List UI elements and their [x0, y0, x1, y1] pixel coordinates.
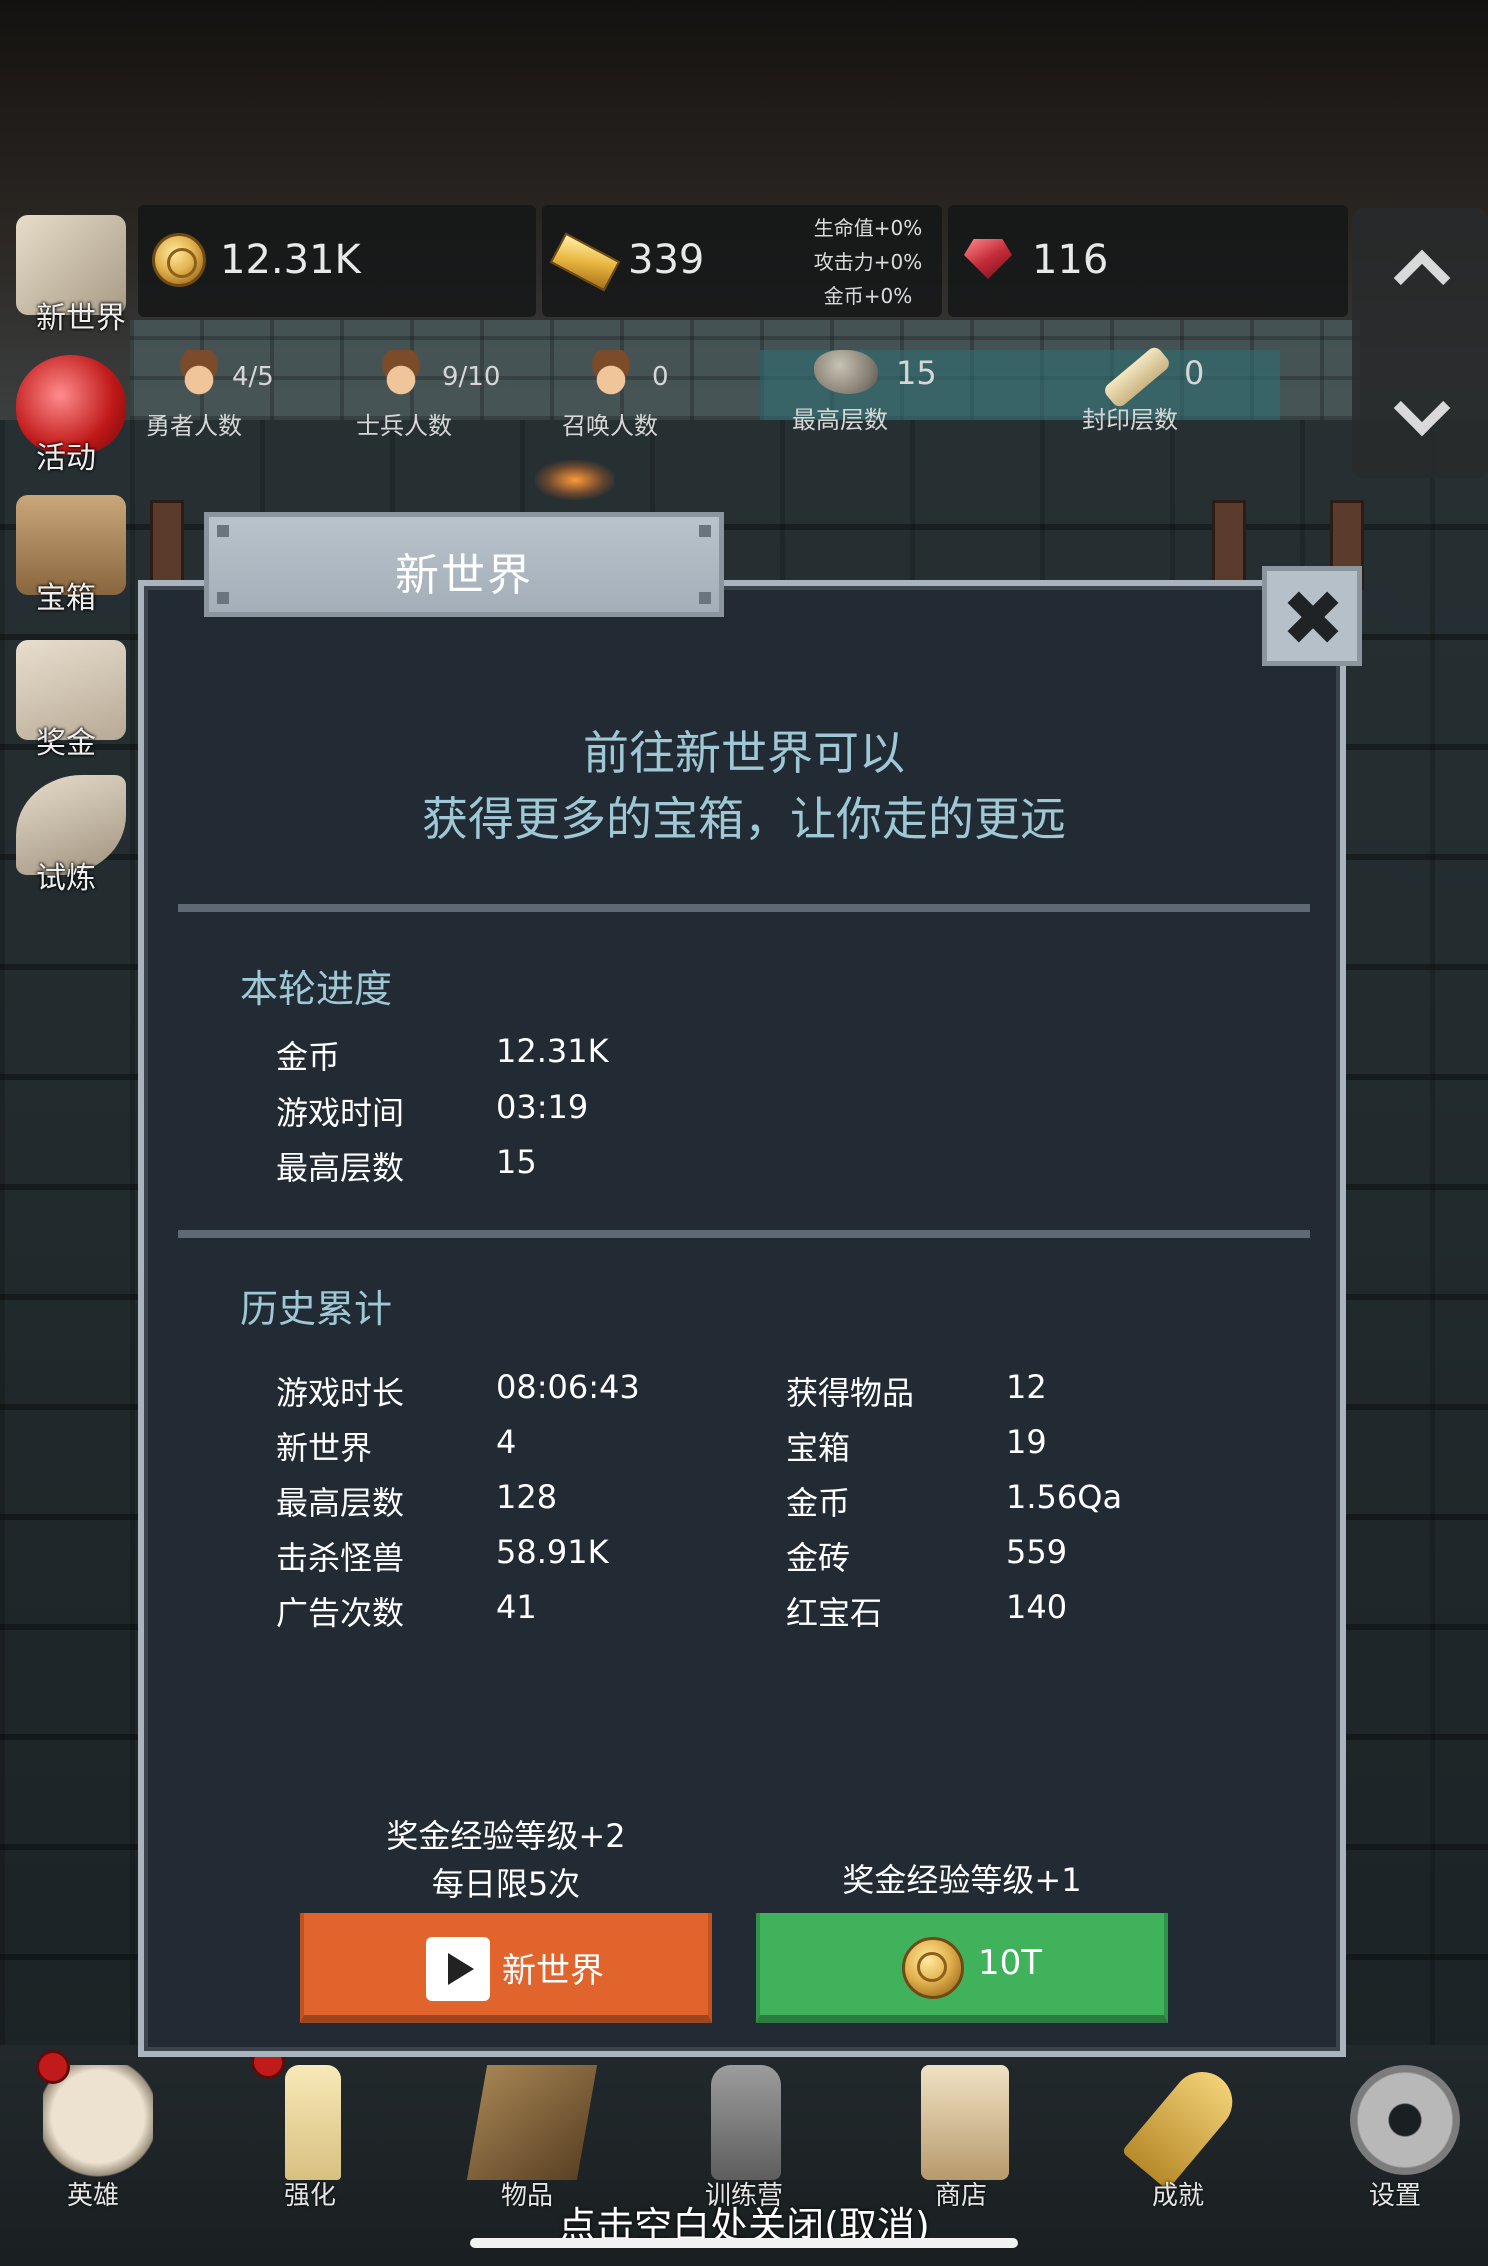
side-activity[interactable]: 活动: [6, 355, 136, 476]
current-row-label: 金币: [276, 1038, 341, 1076]
history-row-value: 1.56Qa: [1006, 1478, 1123, 1516]
coin-icon: [152, 233, 206, 287]
coin-reward-text: 奖金经验等级+1: [762, 1856, 1162, 1904]
history-row-label: 获得物品: [786, 1374, 915, 1412]
history-row-label: 广告次数: [276, 1594, 405, 1632]
history-row-label: 宝箱: [786, 1429, 851, 1467]
history-row-value: 128: [496, 1478, 558, 1516]
pillar: [150, 500, 184, 590]
ad-reward-text: 奖金经验等级+2 每日限5次: [306, 1812, 706, 1908]
scroll-up-icon[interactable]: [1393, 249, 1451, 307]
ruby-icon: [964, 239, 1012, 279]
history-row-value: 19: [1006, 1423, 1047, 1461]
history-row-label: 红宝石: [786, 1594, 883, 1632]
button-label: 10T: [978, 1943, 1043, 1983]
history-row-label: 新世界: [276, 1429, 373, 1467]
side-chest[interactable]: 宝箱: [6, 495, 136, 616]
home-indicator: [470, 2238, 1018, 2248]
notification-dot: [36, 2050, 70, 2084]
side-new-world[interactable]: 新世界: [6, 215, 136, 336]
scroll-down-icon[interactable]: [1393, 379, 1451, 437]
lantern-icon: [711, 2065, 781, 2180]
coins-resource: 12.31K: [138, 205, 536, 317]
history-row-value: 559: [1006, 1533, 1068, 1571]
goldbars-value: 339: [628, 237, 705, 283]
video-icon: [426, 1937, 490, 2001]
coin-bonus: 金币+0%: [823, 284, 913, 308]
history-row-value: 4: [496, 1423, 517, 1461]
current-row-label: 游戏时间: [276, 1094, 405, 1132]
side-label: 新世界: [36, 301, 126, 336]
current-row-label: 最高层数: [276, 1149, 405, 1187]
history-row-value: 12: [1006, 1368, 1047, 1406]
stat-value: 0: [652, 362, 669, 392]
divider: [178, 1230, 1310, 1238]
dialog-title-tab: 新世界: [204, 512, 724, 617]
history-title: 历史累计: [240, 1287, 393, 1331]
intro-line-2: 获得更多的宝箱，让你走的更远: [422, 792, 1066, 846]
side-label: 试炼: [36, 861, 96, 896]
history-row-label: 最高层数: [276, 1484, 405, 1522]
current-progress-title: 本轮进度: [240, 967, 393, 1011]
stat-value: 15: [896, 354, 937, 392]
stat-label: 最高层数: [792, 406, 888, 434]
coins-value: 12.31K: [220, 237, 361, 283]
history-row-value: 58.91K: [496, 1533, 609, 1571]
key-icon: [1121, 2059, 1245, 2191]
history-row-value: 41: [496, 1588, 537, 1626]
button-label: 新世界: [502, 1951, 604, 1991]
current-row-value: 12.31K: [496, 1032, 609, 1070]
side-label: 宝箱: [36, 581, 96, 616]
current-row-value: 03:19: [496, 1088, 589, 1126]
gold-bar-icon: [549, 232, 621, 292]
stat-label: 召唤人数: [562, 412, 658, 440]
coin-reward-line-1: 奖金经验等级+1: [842, 1861, 1082, 1899]
chandelier-icon: [535, 460, 615, 500]
attack-bonus: 攻击力+0%: [813, 250, 923, 274]
stat-value: 0: [1184, 354, 1205, 392]
rubies-value: 116: [1032, 237, 1109, 283]
summon-face-icon: [590, 350, 632, 400]
stat-value: 4/5: [232, 362, 274, 392]
close-button[interactable]: [1262, 566, 1362, 666]
book-icon: [466, 2065, 598, 2180]
rubies-resource: 116: [948, 205, 1348, 317]
mug-icon: [921, 2065, 1009, 2180]
stat-label: 封印层数: [1082, 406, 1178, 434]
watch-ad-new-world-button[interactable]: 新世界: [300, 1913, 712, 2023]
dialog-intro: 前往新世界可以 获得更多的宝箱，让你走的更远: [0, 720, 1488, 852]
history-row-label: 金砖: [786, 1539, 851, 1577]
rivet: [699, 525, 711, 537]
current-row-value: 15: [496, 1143, 537, 1181]
history-row-value: 140: [1006, 1588, 1068, 1626]
ad-reward-line-2: 每日限5次: [431, 1865, 581, 1903]
ad-reward-line-1: 奖金经验等级+2: [386, 1817, 626, 1855]
side-label: 活动: [36, 441, 96, 476]
pillar: [1212, 500, 1246, 590]
candle-icon: [285, 2065, 341, 2180]
divider: [178, 904, 1310, 912]
hero-face-icon: [178, 350, 220, 400]
stat-label: 勇者人数: [146, 412, 242, 440]
history-row-value: 08:06:43: [496, 1368, 640, 1406]
rivet: [217, 525, 229, 537]
history-row-label: 游戏时长: [276, 1374, 405, 1412]
bonus-stats: 生命值+0% 攻击力+0% 金币+0%: [798, 211, 938, 313]
hp-bonus: 生命值+0%: [813, 216, 923, 240]
history-row-label: 金币: [786, 1484, 851, 1522]
dialog-title: 新世界: [395, 550, 533, 601]
history-row-label: 击杀怪兽: [276, 1539, 405, 1577]
goldbars-resource: 339 生命值+0% 攻击力+0% 金币+0%: [542, 205, 942, 317]
coin-icon: [902, 1937, 964, 1999]
stat-value: 9/10: [442, 362, 501, 392]
soldier-face-icon: [380, 350, 422, 400]
scroll-control: [1352, 208, 1488, 478]
stat-label: 士兵人数: [356, 412, 452, 440]
gear-icon: [1350, 2065, 1460, 2175]
intro-line-1: 前往新世界可以: [583, 726, 905, 780]
coin-new-world-button[interactable]: 10T: [756, 1913, 1168, 2023]
